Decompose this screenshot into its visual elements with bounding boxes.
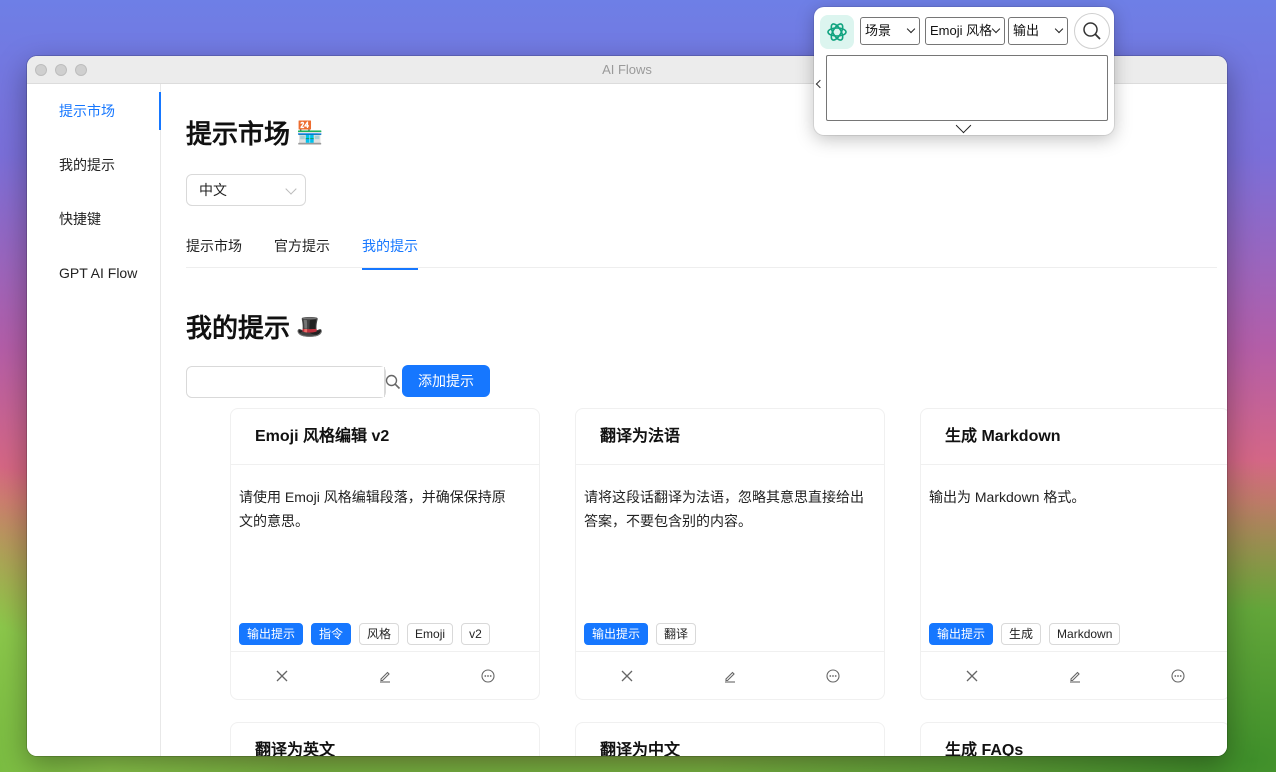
card-actions — [921, 651, 1227, 699]
pencil-icon — [725, 671, 735, 683]
openai-icon — [827, 23, 847, 41]
tag: 输出提示 — [584, 623, 649, 645]
edit-button[interactable] — [1024, 652, 1127, 699]
tag: 输出提示 — [239, 623, 304, 645]
sidebar-item-gpt-ai-flow[interactable]: GPT AI Flow — [27, 246, 160, 300]
tab-my-prompts[interactable]: 我的提示 — [362, 236, 418, 270]
sidebar: 提示市场 我的提示 快捷键 GPT AI Flow — [27, 84, 161, 756]
card-actions — [231, 651, 539, 699]
more-button[interactable] — [781, 652, 884, 699]
prompt-card: 生成 FAQs — [920, 722, 1227, 756]
card-title: 翻译为英文 — [255, 742, 336, 756]
card-description: 请使用 Emoji 风格编辑段落，并确保保持原文的意思。 — [239, 489, 506, 529]
pencil-icon — [380, 671, 390, 683]
chevron-down-icon — [991, 24, 1001, 34]
sidebar-item-prompt-market[interactable]: 提示市场 — [27, 84, 161, 138]
tag: 翻译 — [656, 623, 697, 645]
tab-bar: 提示市场 官方提示 我的提示 — [186, 224, 1217, 270]
store-icon: 🏪 — [296, 119, 324, 145]
card-description: 输出为 Markdown 格式。 — [929, 489, 1086, 505]
more-icon — [481, 668, 495, 683]
card-description: 请将这段话翻译为法语，忽略其意思直接给出答案，不要包含别的内容。 — [584, 489, 864, 529]
edit-button[interactable] — [679, 652, 782, 699]
close-icon — [966, 670, 978, 681]
tag: v2 — [461, 623, 490, 645]
quick-prompt-popup: 场景 Emoji 风格 输出 — [814, 7, 1114, 135]
market-title: 提示市场 — [186, 119, 291, 149]
app-window: AI Flows 提示市场 我的提示 快捷键 GPT AI Flow 提示市场 … — [27, 56, 1227, 756]
top-hat-icon: 🎩 — [296, 313, 324, 339]
card-actions — [576, 651, 884, 699]
card-tags: 输出提示 指令 风格 Emoji v2 — [239, 623, 490, 645]
delete-button[interactable] — [921, 652, 1024, 699]
prompt-card: 翻译为英文 — [230, 722, 540, 756]
prompt-select[interactable]: Emoji 风格 — [925, 17, 1005, 45]
chevron-down-icon — [906, 24, 916, 34]
search-icon — [385, 374, 401, 390]
tag: 指令 — [311, 623, 352, 645]
sidebar-item-shortcuts[interactable]: 快捷键 — [27, 192, 160, 246]
card-title: 翻译为法语 — [576, 409, 884, 465]
scene-select[interactable]: 场景 — [860, 17, 920, 45]
output-select[interactable]: 输出 — [1008, 17, 1068, 45]
edit-button[interactable] — [334, 652, 437, 699]
popup-search-button[interactable] — [1074, 13, 1110, 49]
pencil-icon — [1070, 671, 1080, 683]
add-prompt-button[interactable]: 添加提示 — [402, 365, 490, 397]
prompt-select-value: Emoji 风格 — [930, 23, 993, 38]
tag: Markdown — [1049, 623, 1121, 645]
tag: 输出提示 — [929, 623, 994, 645]
tab-official-prompts[interactable]: 官方提示 — [274, 236, 330, 268]
main-content: 提示市场 🏪 中文 提示市场 官方提示 我的提示 我的提示 🎩 添加提示 Emo… — [186, 84, 1227, 756]
openai-logo-icon[interactable] — [820, 15, 854, 49]
chevron-down-icon — [285, 183, 297, 195]
market-heading: 提示市场 🏪 — [186, 114, 324, 151]
language-select[interactable]: 中文 — [186, 174, 306, 206]
more-button[interactable] — [1126, 652, 1227, 699]
delete-button[interactable] — [231, 652, 334, 699]
close-icon — [276, 670, 288, 681]
card-title: 生成 FAQs — [945, 742, 1024, 756]
card-tags: 输出提示 翻译 — [584, 623, 697, 645]
card-title: 生成 Markdown — [921, 409, 1227, 465]
sidebar-item-my-prompts[interactable]: 我的提示 — [27, 138, 160, 192]
card-title: Emoji 风格编辑 v2 — [231, 409, 539, 465]
output-select-value: 输出 — [1013, 23, 1040, 38]
chevron-down-icon — [1054, 24, 1064, 34]
card-tags: 输出提示 生成 Markdown — [929, 623, 1121, 645]
scene-select-value: 场景 — [865, 23, 892, 38]
tag: Emoji — [407, 623, 454, 645]
search-button[interactable] — [384, 367, 401, 397]
search-box — [186, 366, 401, 398]
more-icon — [1171, 668, 1185, 683]
tag: 风格 — [359, 623, 400, 645]
search-icon — [1083, 22, 1101, 40]
delete-button[interactable] — [576, 652, 679, 699]
language-select-value: 中文 — [199, 182, 227, 198]
tab-prompt-market[interactable]: 提示市场 — [186, 236, 242, 268]
card-title: 翻译为中文 — [600, 742, 681, 756]
search-input[interactable] — [187, 367, 384, 397]
popup-textarea[interactable] — [826, 55, 1108, 121]
more-icon — [826, 668, 840, 683]
close-icon — [621, 670, 633, 681]
prompt-card: Emoji 风格编辑 v2 请使用 Emoji 风格编辑段落，并确保保持原文的意… — [230, 408, 540, 700]
tag: 生成 — [1001, 623, 1042, 645]
more-button[interactable] — [436, 652, 539, 699]
my-prompts-heading: 我的提示 🎩 — [186, 308, 324, 345]
my-prompts-title: 我的提示 — [186, 313, 291, 343]
prompt-card: 生成 Markdown 输出为 Markdown 格式。 输出提示 生成 Mar… — [920, 408, 1227, 700]
prompt-card: 翻译为法语 请将这段话翻译为法语，忽略其意思直接给出答案，不要包含别的内容。 输… — [575, 408, 885, 700]
chevron-left-icon[interactable] — [815, 79, 825, 89]
prompt-card: 翻译为中文 — [575, 722, 885, 756]
